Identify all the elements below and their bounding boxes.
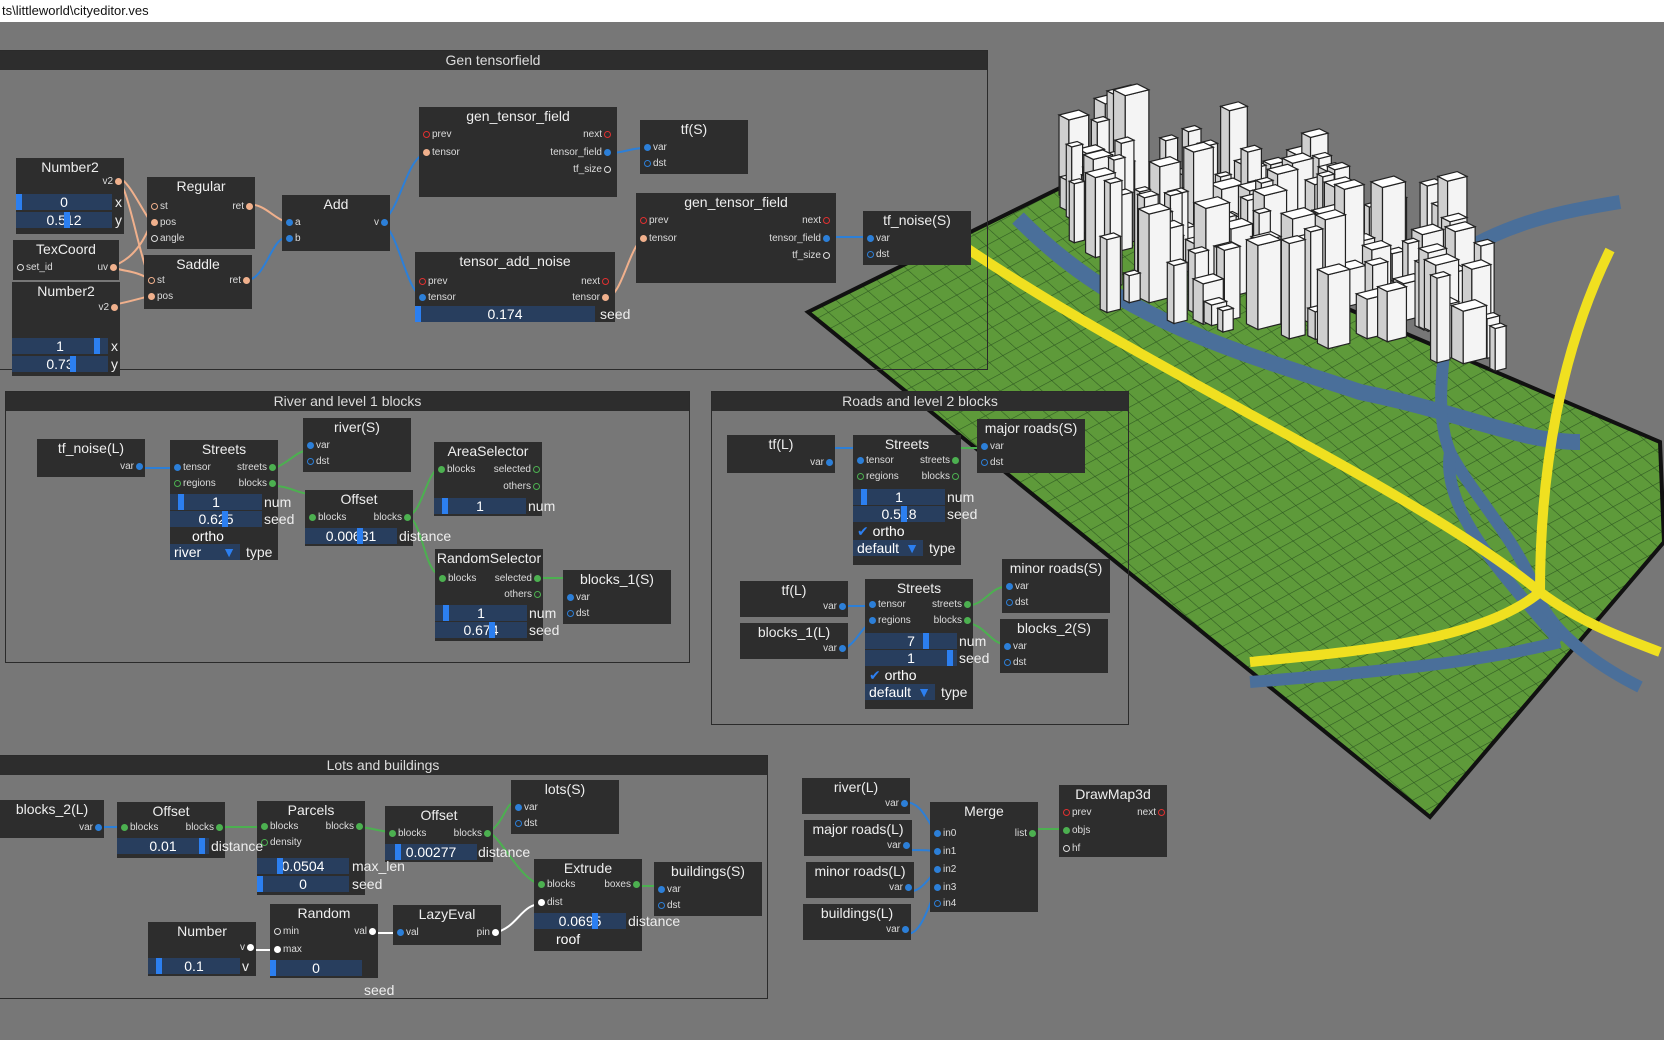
- seed-label: seed: [364, 982, 395, 998]
- node-texcoord[interactable]: TexCoord set_id uv: [13, 240, 119, 280]
- chevron-down-icon: ▼: [222, 544, 236, 560]
- x-field[interactable]: 0: [16, 194, 112, 210]
- node-major-roads-l[interactable]: major roads(L) var: [804, 820, 912, 856]
- node-blocks-1-s[interactable]: blocks_1(S) var dst: [563, 570, 671, 624]
- node-number2[interactable]: Number2 v2 0 x 0.512 y: [16, 158, 124, 234]
- distance-field[interactable]: 0.01: [117, 838, 209, 854]
- seed-field[interactable]: 0.625: [170, 511, 262, 527]
- node-number[interactable]: Number v 0.1 v: [148, 922, 256, 976]
- node-streets[interactable]: Streets tensor regions streets blocks 7 …: [865, 579, 989, 709]
- seed-label: seed: [600, 306, 631, 322]
- node-river-l[interactable]: river(L) var: [802, 778, 910, 814]
- node-minor-roads-l[interactable]: minor roads(L) var: [806, 862, 914, 898]
- type-dropdown[interactable]: river ▼: [170, 544, 240, 560]
- node-streets[interactable]: Streets tensor regions streets blocks 1 …: [170, 440, 294, 560]
- num-label: num: [528, 498, 556, 514]
- node-blocks-2-l[interactable]: blocks_2(L) var: [0, 800, 104, 838]
- node-blocks-1-l[interactable]: blocks_1(L) var: [740, 623, 848, 659]
- seed-field[interactable]: 0.674: [435, 622, 527, 638]
- group-title: Roads and level 2 blocks: [712, 392, 1128, 411]
- distance-label: distance: [211, 838, 264, 854]
- node-gen-tensor-field[interactable]: gen_tensor_field prev tensor next tensor…: [419, 107, 617, 197]
- roof-option[interactable]: roof: [556, 931, 580, 947]
- node-gen-tensor-field[interactable]: gen_tensor_field prev tensor next tensor…: [636, 193, 836, 283]
- node-tf-noise-s[interactable]: tf_noise(S) var dst: [863, 211, 971, 265]
- num-field[interactable]: 1: [434, 498, 526, 514]
- seed-field[interactable]: 0.174: [415, 306, 595, 322]
- node-tf-noise-l[interactable]: tf_noise(L) var: [37, 439, 145, 477]
- group-lots-buildings[interactable]: Lots and buildings: [0, 755, 768, 999]
- node-editor-canvas[interactable]: Gen tensorfield River and level 1 blocks…: [0, 22, 1664, 1040]
- distance-label: distance: [628, 913, 681, 929]
- node-tensor-add-noise[interactable]: tensor_add_noise prev tensor next tensor…: [415, 252, 615, 322]
- seed-field[interactable]: 1: [865, 650, 957, 666]
- seed-field[interactable]: 0: [270, 960, 362, 976]
- num-field[interactable]: 7: [865, 633, 957, 649]
- seed-field[interactable]: 0.518: [853, 506, 945, 522]
- group-title: Gen tensorfield: [0, 51, 987, 70]
- node-blocks-2-s[interactable]: blocks_2(S) var dst: [1000, 619, 1108, 673]
- node-minor-roads-s[interactable]: minor roads(S) var dst: [1002, 559, 1110, 613]
- check-icon: ✔: [869, 667, 881, 683]
- node-lots-s[interactable]: lots(S) var dst: [511, 780, 619, 834]
- node-add[interactable]: Add a b v: [282, 195, 390, 251]
- x-field[interactable]: 1: [12, 338, 108, 354]
- node-drawmap3d[interactable]: DrawMap3d prev objs hf next: [1059, 785, 1167, 857]
- distance-field[interactable]: 0.00631: [305, 528, 397, 544]
- node-offset[interactable]: Offset blocks blocks 0.00277: [385, 806, 493, 862]
- num-field[interactable]: 1: [170, 494, 262, 510]
- ortho-checkbox[interactable]: ortho: [192, 528, 224, 544]
- distance-label: distance: [399, 528, 452, 544]
- node-streets[interactable]: Streets tensor regions streets blocks 1 …: [853, 435, 977, 565]
- num-field[interactable]: 1: [853, 489, 945, 505]
- type-dropdown[interactable]: default ▼: [865, 684, 935, 700]
- max-len-label: max_len: [352, 858, 405, 874]
- value-field[interactable]: 0.1: [148, 958, 240, 974]
- node-tf-l[interactable]: tf(L) var: [727, 435, 835, 473]
- max-len-field[interactable]: 0.0504: [257, 858, 349, 874]
- distance-field[interactable]: 0.0695: [534, 913, 626, 929]
- chevron-down-icon: ▼: [905, 540, 919, 556]
- type-dropdown[interactable]: default ▼: [853, 540, 923, 556]
- node-tf-s[interactable]: tf(S) var dst: [640, 120, 748, 174]
- check-icon: ✔: [857, 523, 869, 539]
- node-offset[interactable]: Offset blocks blocks 0.00631: [305, 490, 413, 546]
- node-parcels[interactable]: Parcels blocks density blocks 0.0504 0: [257, 801, 365, 895]
- node-extrude[interactable]: Extrude blocks dist boxes 0.0695 roof: [534, 859, 642, 951]
- group-title: River and level 1 blocks: [6, 392, 689, 411]
- node-merge[interactable]: Merge in0 in1 in2 in3 in4 list: [930, 802, 1038, 912]
- window-title: ts\littleworld\cityeditor.ves: [0, 0, 1664, 22]
- node-offset[interactable]: Offset blocks blocks 0.01: [117, 802, 225, 858]
- y-field[interactable]: 0.73: [12, 356, 108, 372]
- num-field[interactable]: 1: [435, 605, 527, 621]
- y-field[interactable]: 0.512: [16, 212, 112, 228]
- node-random-selector[interactable]: RandomSelector blocks selected others 1 …: [435, 549, 559, 641]
- node-river-s[interactable]: river(S) var dst: [303, 418, 411, 472]
- seed-label: seed: [352, 876, 383, 892]
- node-number2[interactable]: Number2 v2 1 x 0.73 y: [12, 282, 120, 376]
- node-tf-l[interactable]: tf(L) var: [740, 581, 848, 617]
- group-title: Lots and buildings: [0, 756, 767, 775]
- node-random[interactable]: Random min max val 0: [270, 904, 378, 978]
- ortho-checkbox[interactable]: ✔ ortho: [869, 667, 917, 683]
- node-major-roads-s[interactable]: major roads(S) var dst: [977, 419, 1085, 473]
- node-regular[interactable]: Regular st pos angle ret: [147, 177, 255, 249]
- node-saddle[interactable]: Saddle st pos ret: [144, 255, 252, 309]
- node-lazy-eval[interactable]: LazyEval val pin: [393, 905, 501, 945]
- node-area-selector[interactable]: AreaSelector blocks selected others 1: [434, 442, 542, 516]
- node-buildings-l[interactable]: buildings(L) var: [803, 904, 911, 940]
- distance-label: distance: [478, 844, 531, 860]
- chevron-down-icon: ▼: [917, 684, 931, 700]
- seed-field[interactable]: 0: [257, 876, 349, 892]
- node-buildings-s[interactable]: buildings(S) var dst: [654, 862, 762, 916]
- ortho-checkbox[interactable]: ✔ ortho: [857, 523, 905, 539]
